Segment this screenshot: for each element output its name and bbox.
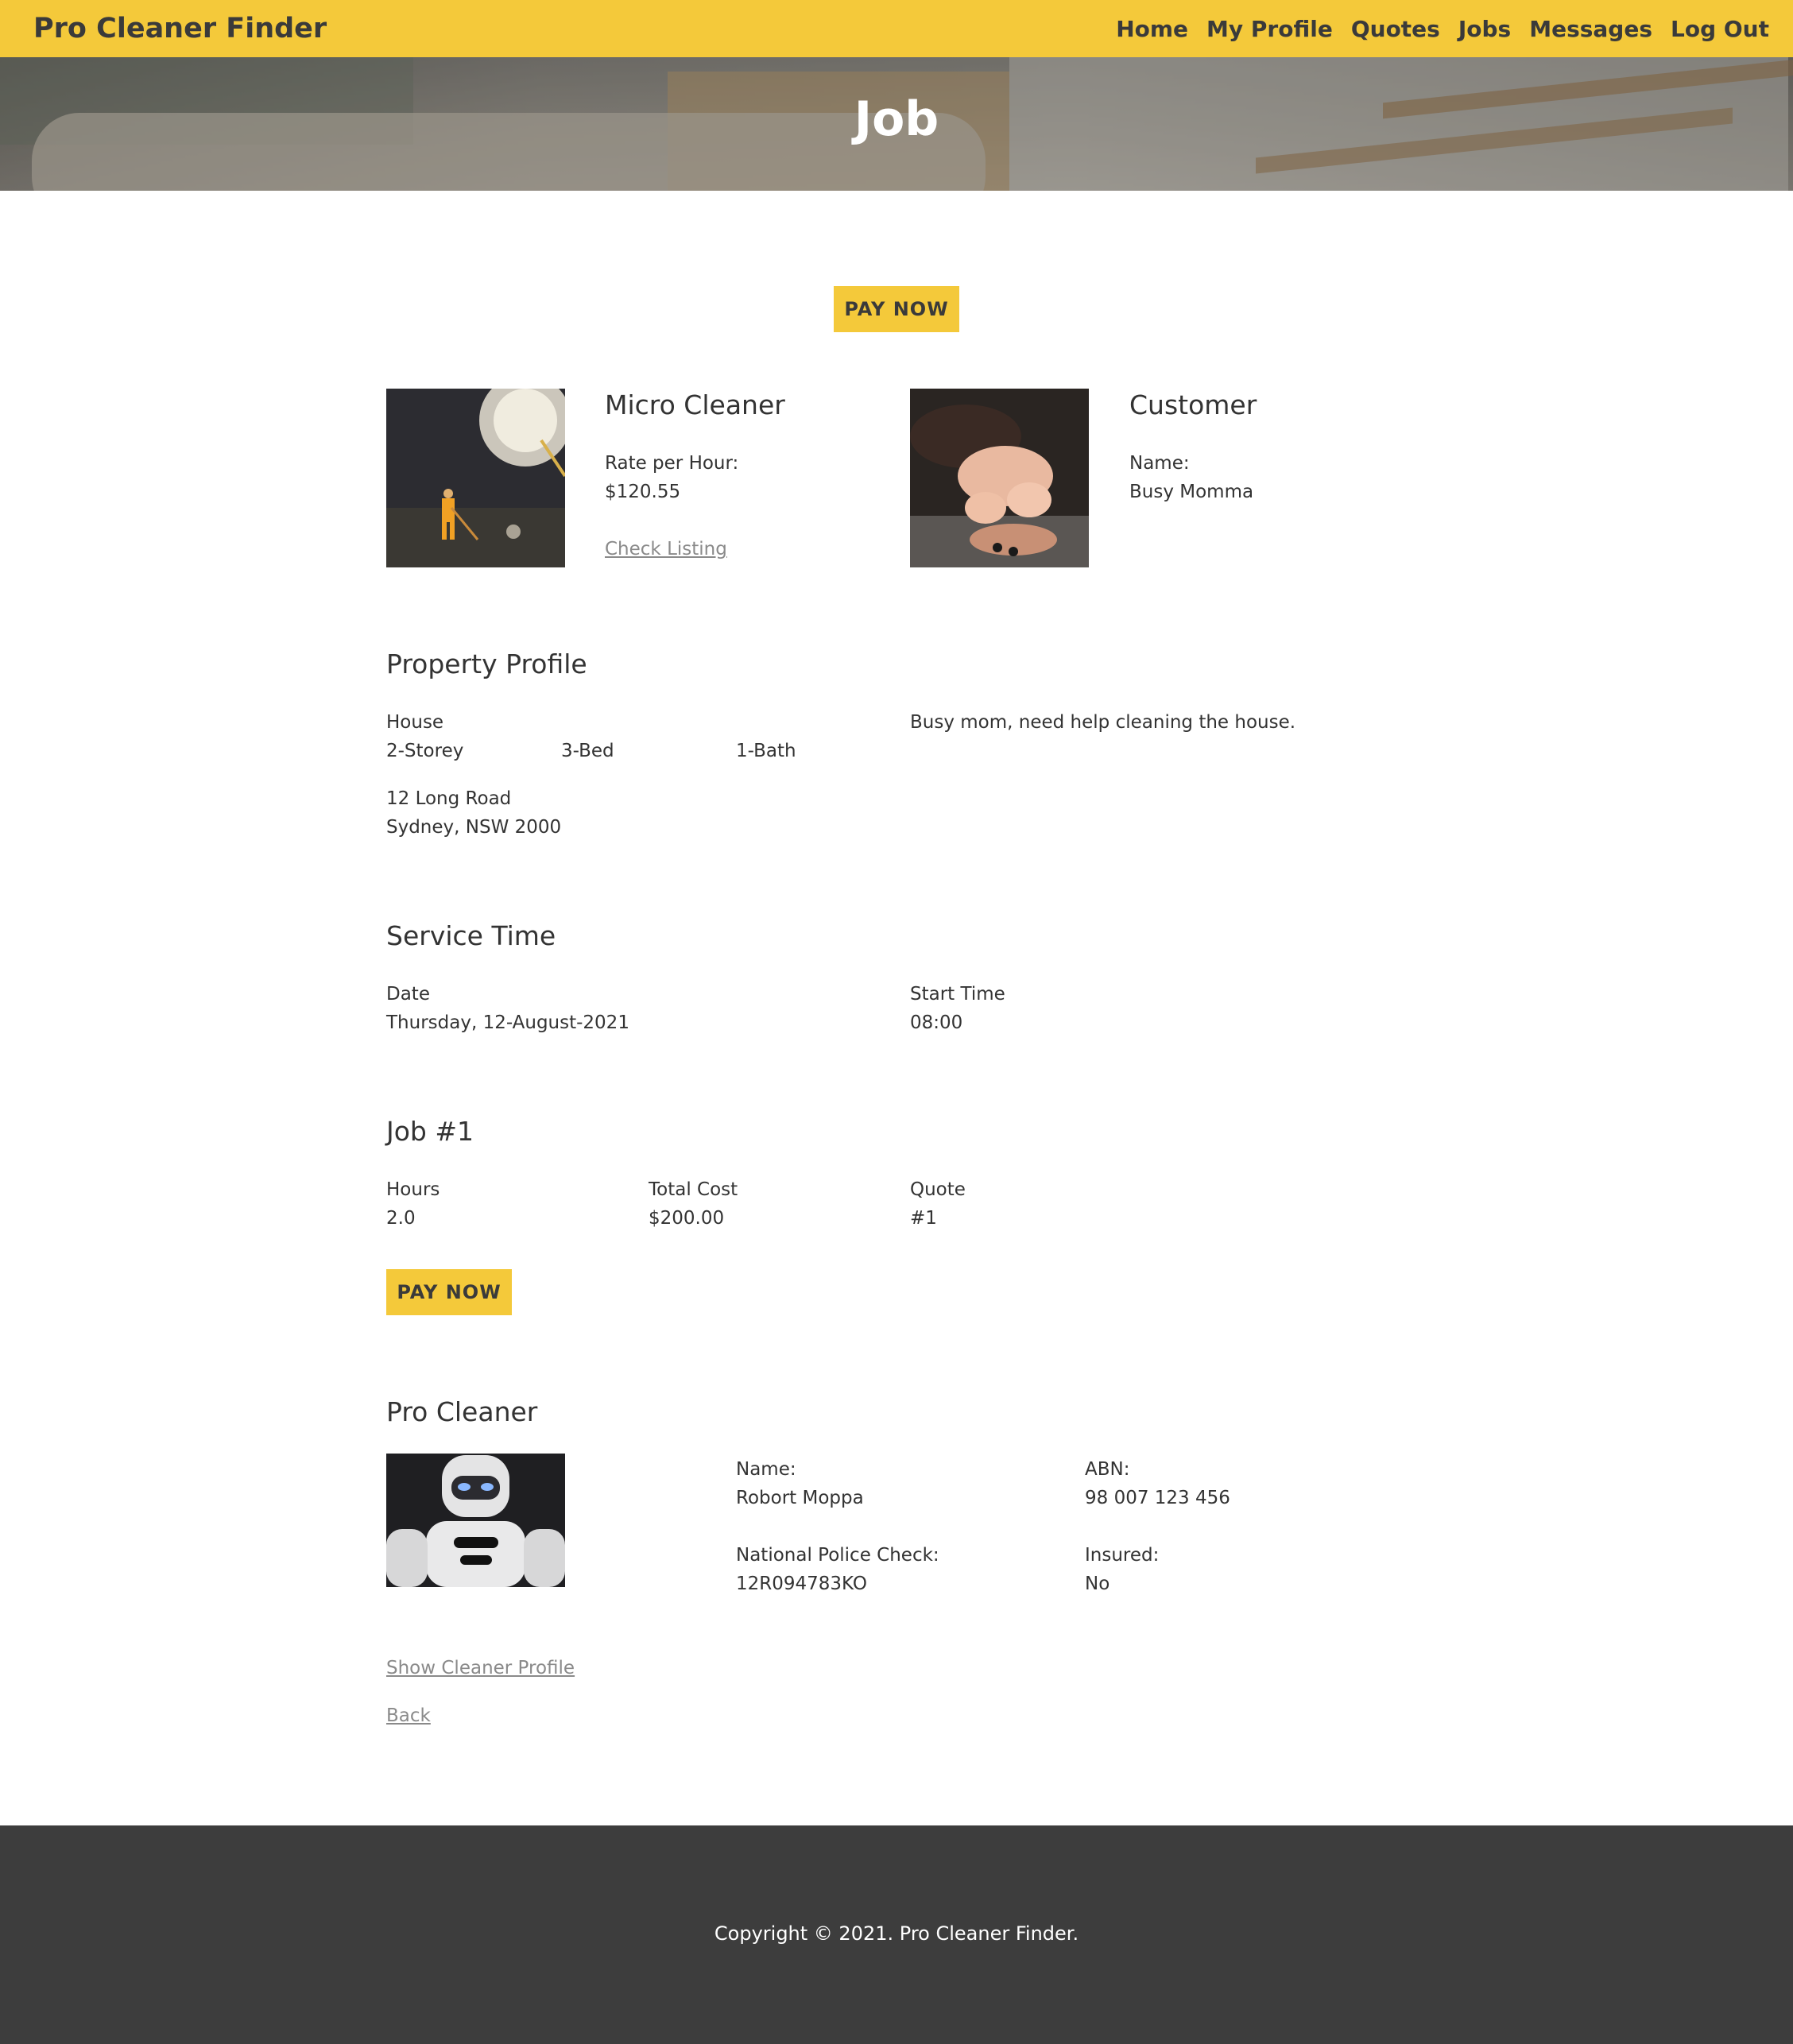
job-hours-label: Hours (386, 1179, 440, 1200)
nav-messages[interactable]: Messages (1529, 16, 1652, 42)
job-heading: Job #1 (386, 1116, 474, 1147)
footer: Copyright © 2021. Pro Cleaner Finder. (0, 1825, 1793, 2044)
nav-home[interactable]: Home (1116, 16, 1188, 42)
cleaner-name: Micro Cleaner (605, 389, 785, 420)
pro-cleaner-name-label: Name: (736, 1459, 796, 1480)
customer-name-value: Busy Momma (1129, 482, 1254, 502)
show-cleaner-profile-link[interactable]: Show Cleaner Profile (386, 1658, 575, 1678)
property-address-line1: 12 Long Road (386, 788, 512, 809)
property-beds: 3-Bed (561, 741, 614, 761)
nav-jobs[interactable]: Jobs (1458, 16, 1511, 42)
back-link[interactable]: Back (386, 1705, 431, 1726)
property-baths: 1-Bath (736, 741, 796, 761)
job-quote-value: #1 (910, 1208, 937, 1229)
job-cost-label: Total Cost (649, 1179, 738, 1200)
pro-cleaner-insured-label: Insured: (1085, 1545, 1160, 1566)
property-storeys: 2-Storey (386, 741, 464, 761)
service-time-heading: Service Time (386, 920, 556, 951)
pro-cleaner-police-value: 12R094783KO (736, 1574, 867, 1594)
property-type: House (386, 712, 444, 733)
service-date-label: Date (386, 984, 430, 1005)
brand-logo[interactable]: Pro Cleaner Finder (33, 13, 327, 45)
customer-card-image (910, 389, 1089, 567)
pro-cleaner-abn-label: ABN: (1085, 1459, 1130, 1480)
top-navbar: Pro Cleaner Finder Home My Profile Quote… (0, 0, 1793, 57)
pro-cleaner-insured-value: No (1085, 1574, 1110, 1594)
service-start-label: Start Time (910, 984, 1005, 1005)
cleaner-card-image (386, 389, 565, 567)
property-profile-heading: Property Profile (386, 648, 587, 679)
pro-cleaner-name-value: Robort Moppa (736, 1488, 864, 1508)
job-cost-value: $200.00 (649, 1208, 725, 1229)
cleaner-rate-label: Rate per Hour: (605, 453, 739, 474)
nav-quotes[interactable]: Quotes (1351, 16, 1440, 42)
nav-links: Home My Profile Quotes Jobs Messages Log… (1116, 16, 1769, 42)
check-listing-link[interactable]: Check Listing (605, 539, 727, 559)
job-hours-value: 2.0 (386, 1208, 416, 1229)
property-note: Busy mom, need help cleaning the house. (910, 712, 1296, 733)
service-date-value: Thursday, 12-August-2021 (386, 1012, 629, 1033)
service-start-value: 08:00 (910, 1012, 963, 1033)
nav-my-profile[interactable]: My Profile (1206, 16, 1333, 42)
footer-copyright: Copyright © 2021. Pro Cleaner Finder. (714, 1922, 1079, 1945)
pro-cleaner-police-label: National Police Check: (736, 1545, 939, 1566)
customer-name-label: Name: (1129, 453, 1190, 474)
property-address-line2: Sydney, NSW 2000 (386, 817, 562, 838)
pro-cleaner-heading: Pro Cleaner (386, 1396, 538, 1427)
job-quote-label: Quote (910, 1179, 966, 1200)
cleaner-rate-value: $120.55 (605, 482, 681, 502)
hero-banner: Job (0, 57, 1793, 191)
page-title: Job (854, 91, 939, 147)
pro-cleaner-abn-value: 98 007 123 456 (1085, 1488, 1230, 1508)
pay-now-button[interactable]: PAY NOW (386, 1269, 512, 1315)
customer-title: Customer (1129, 389, 1257, 420)
nav-log-out[interactable]: Log Out (1671, 16, 1769, 42)
pro-cleaner-avatar (386, 1454, 565, 1587)
pay-now-button-top[interactable]: PAY NOW (834, 286, 959, 332)
